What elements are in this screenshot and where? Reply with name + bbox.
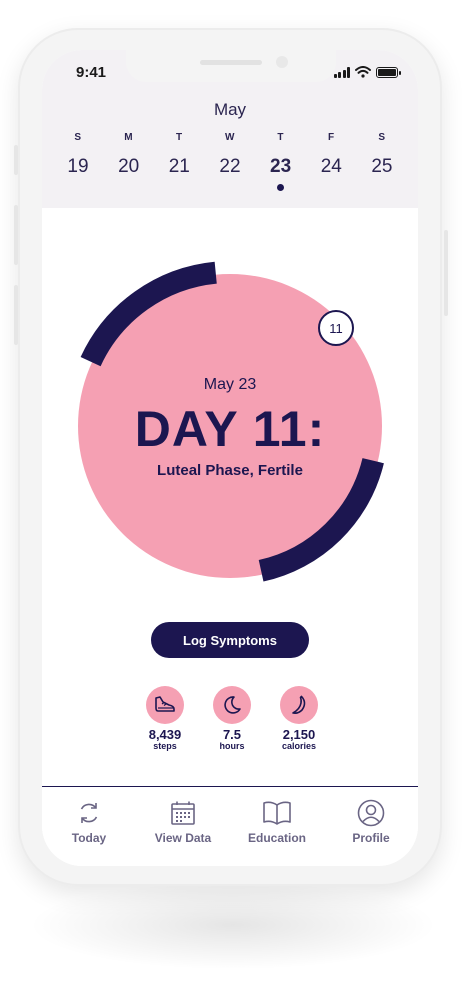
- day-item[interactable]: M 20: [107, 132, 151, 191]
- banana-icon: [280, 686, 318, 724]
- stat-sleep[interactable]: 7.5 hours: [199, 686, 265, 751]
- shoe-icon: [146, 686, 184, 724]
- calendar-icon: [143, 799, 223, 827]
- tab-label: View Data: [154, 831, 212, 845]
- week-strip: S 19 M 20 T 21 W 22 T 23 F 24 S 25: [56, 132, 404, 191]
- stat-label: calories: [281, 741, 317, 751]
- stat-steps[interactable]: 8,439 steps: [132, 686, 198, 751]
- speaker: [200, 60, 262, 65]
- cycle-date: May 23: [203, 376, 257, 393]
- screen: 9:41 May S 19 M 20 T 21 W 22 T 23 F 24 S…: [42, 50, 418, 866]
- refresh-icon: [49, 799, 129, 827]
- day-item[interactable]: T 21: [157, 132, 201, 191]
- tab-view-data[interactable]: View Data: [143, 799, 223, 866]
- notch: [126, 50, 336, 82]
- day-of-week: F: [327, 132, 335, 143]
- log-symptoms-button[interactable]: Log Symptoms: [151, 622, 309, 658]
- selected-dot: [277, 184, 285, 191]
- tab-profile[interactable]: Profile: [331, 799, 411, 866]
- day-item[interactable]: S 25: [360, 132, 404, 191]
- day-number: 24: [320, 156, 342, 177]
- book-icon: [237, 799, 317, 827]
- stat-calories[interactable]: 2,150 calories: [266, 686, 332, 751]
- calendar-header: 9:41 May S 19 M 20 T 21 W 22 T 23 F 24 S…: [42, 50, 418, 208]
- day-number: 25: [371, 156, 393, 177]
- day-number: 20: [118, 156, 140, 177]
- day-of-week: T: [176, 132, 183, 143]
- day-number: 23: [270, 156, 292, 177]
- camera: [276, 56, 288, 68]
- phone-shadow: [28, 880, 438, 970]
- signal-icon: [333, 66, 350, 78]
- day-number: 21: [168, 156, 190, 177]
- day-of-week: T: [277, 132, 284, 143]
- day-of-week: W: [224, 132, 235, 143]
- side-button: [444, 230, 448, 316]
- cycle-day-badge: 11: [318, 310, 354, 346]
- day-number: 22: [219, 156, 241, 177]
- day-item[interactable]: S 19: [56, 132, 100, 191]
- side-button: [14, 285, 18, 345]
- stat-value: 7.5: [222, 727, 242, 742]
- stat-value: 2,150: [282, 727, 316, 742]
- side-button: [14, 205, 18, 265]
- day-of-week: S: [378, 132, 386, 143]
- tab-today[interactable]: Today: [49, 799, 129, 866]
- day-item[interactable]: F 24: [309, 132, 353, 191]
- month-label: May: [213, 100, 247, 119]
- battery-icon: [376, 66, 401, 78]
- day-item-selected[interactable]: T 23: [259, 132, 303, 191]
- tab-education[interactable]: Education: [237, 799, 317, 866]
- day-of-week: S: [74, 132, 82, 143]
- tab-label: Today: [71, 831, 107, 845]
- tab-label: Profile: [352, 831, 390, 845]
- cycle-graphic: 11 May 23 DAY 11: Luteal Phase, Fertile: [42, 250, 418, 590]
- status-icons: [333, 66, 401, 78]
- day-of-week: M: [124, 132, 134, 143]
- day-item[interactable]: W 22: [208, 132, 252, 191]
- cycle-day-title: DAY 11:: [134, 401, 326, 457]
- user-icon: [331, 799, 411, 827]
- stat-label: steps: [153, 741, 177, 751]
- cycle-phase: Luteal Phase, Fertile: [157, 462, 303, 479]
- stat-label: hours: [219, 741, 245, 751]
- side-button: [14, 145, 18, 175]
- tab-bar: Today View Data Education Profile: [42, 786, 418, 866]
- stats-row: 8,439 steps 7.5 hours 2,150 calories: [132, 686, 332, 751]
- moon-icon: [213, 686, 251, 724]
- tab-label: Education: [247, 831, 306, 845]
- day-number: 19: [67, 156, 89, 177]
- wifi-icon: [355, 66, 371, 78]
- status-time: 9:41: [76, 64, 107, 81]
- stat-value: 8,439: [148, 727, 182, 742]
